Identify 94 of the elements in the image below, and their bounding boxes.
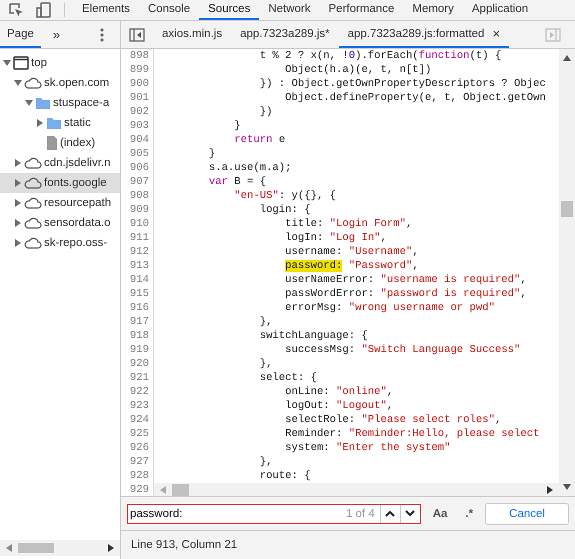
scroll-down-icon[interactable] bbox=[563, 484, 571, 490]
code-line: }) : Object.getOwnPropertyDescriptors ? Objec bbox=[258, 77, 546, 91]
match-case-button[interactable]: Aa bbox=[426, 508, 454, 520]
code-line: system: "Enter the system" bbox=[284, 441, 450, 455]
code-line: onLine: "online", bbox=[284, 385, 394, 399]
code-line: }, bbox=[258, 315, 272, 329]
expanded-arrow-icon[interactable] bbox=[3, 59, 11, 67]
tree-item[interactable]: resourcepath bbox=[0, 193, 120, 213]
up-chevron-icon bbox=[385, 510, 396, 517]
code-line: successMsg: "Switch Language Success" bbox=[284, 343, 520, 357]
expanded-arrow-icon[interactable] bbox=[25, 99, 33, 107]
collapsed-arrow-icon[interactable] bbox=[14, 159, 22, 167]
cursor-position: Line 913, Column 21 bbox=[131, 539, 238, 551]
code-line: errorMsg: "wrong username or pwd" bbox=[284, 301, 495, 315]
tree-item[interactable]: top bbox=[0, 53, 120, 73]
code-line: select: { bbox=[258, 371, 317, 385]
tree-item[interactable]: sk-repo.oss- bbox=[0, 233, 120, 253]
panel-tab[interactable]: Console bbox=[138, 0, 200, 20]
search-field[interactable]: password: bbox=[128, 508, 346, 520]
scrollbar-thumb[interactable] bbox=[18, 543, 54, 553]
device-icon[interactable] bbox=[36, 2, 52, 18]
scroll-right-icon[interactable] bbox=[547, 486, 553, 494]
folder-icon bbox=[35, 96, 51, 110]
panel-tab[interactable]: Performance bbox=[320, 0, 404, 20]
sidebar-toggle-icon[interactable] bbox=[129, 28, 145, 42]
panel-tab[interactable]: Network bbox=[259, 0, 320, 20]
inspect-icon[interactable] bbox=[8, 2, 24, 18]
down-chevron-icon bbox=[405, 510, 416, 517]
tree-item[interactable]: sk.open.com bbox=[0, 73, 120, 93]
code-line: switchLanguage: { bbox=[258, 329, 368, 343]
code-line: logOut: "Logout", bbox=[284, 399, 394, 413]
cloud-icon bbox=[24, 157, 42, 169]
cloud-icon bbox=[24, 217, 42, 229]
close-tab-button[interactable]: × bbox=[492, 26, 500, 41]
panel-tab[interactable]: Memory bbox=[403, 0, 463, 20]
sidebar-toggle-icon[interactable] bbox=[545, 28, 561, 42]
window-icon bbox=[13, 56, 29, 70]
cloud-icon bbox=[24, 77, 42, 89]
match-count: 1 of 4 bbox=[346, 508, 376, 520]
expanded-arrow-icon[interactable] bbox=[14, 79, 22, 87]
scroll-up-icon[interactable] bbox=[563, 55, 571, 61]
scrollbar-thumb[interactable] bbox=[172, 484, 189, 496]
code-line: } bbox=[233, 119, 241, 133]
code-line: password: "Password", bbox=[284, 259, 419, 273]
cloud-icon bbox=[24, 177, 42, 189]
tree-item[interactable]: cdn.jsdelivr.n bbox=[0, 153, 120, 173]
folder-icon bbox=[46, 116, 62, 130]
scrollbar-thumb[interactable] bbox=[561, 201, 573, 217]
collapsed-arrow-icon[interactable] bbox=[36, 119, 44, 127]
tree-item[interactable]: (index) bbox=[0, 133, 120, 153]
code-line: return e bbox=[233, 133, 286, 147]
collapsed-arrow-icon[interactable] bbox=[14, 179, 22, 187]
tree-item[interactable]: fonts.google bbox=[0, 173, 120, 193]
code-line: s.a.use(m.a); bbox=[208, 161, 292, 175]
code-line: username: "Username", bbox=[284, 245, 419, 259]
code-line: Object.defineProperty(e, t, Object.getOwn bbox=[284, 91, 546, 105]
file-tab[interactable]: app.7323a289.js:formatted × bbox=[338, 21, 510, 48]
navigator-tab[interactable]: Page bbox=[0, 21, 41, 48]
code-line: route: { bbox=[258, 469, 311, 483]
panel-tab[interactable]: Application bbox=[462, 0, 538, 20]
code-line: logIn: "Log In", bbox=[284, 231, 387, 245]
tree-item[interactable]: sensordata.o bbox=[0, 213, 120, 233]
code-line: Object(h.a)(e, t, n[t]) bbox=[284, 63, 432, 77]
cloud-icon bbox=[24, 237, 42, 249]
file-icon bbox=[46, 135, 58, 151]
cancel-button[interactable]: Cancel bbox=[485, 502, 570, 524]
code-line: "en-US": y({}, { bbox=[233, 189, 336, 203]
file-tab[interactable]: axios.min.js bbox=[153, 21, 232, 48]
more-tabs-button[interactable]: » bbox=[52, 27, 60, 42]
code-line: } bbox=[208, 147, 216, 161]
code-line: login: { bbox=[258, 203, 311, 217]
code-line: var B = { bbox=[208, 175, 266, 189]
scroll-right-icon[interactable] bbox=[108, 544, 114, 552]
search-box[interactable]: password: 1 of 4 bbox=[127, 504, 421, 524]
file-tab[interactable]: app.7323a289.js* bbox=[231, 21, 339, 48]
scroll-left-icon[interactable] bbox=[6, 544, 12, 552]
code-line: title: "Login Form", bbox=[284, 217, 412, 231]
panel-tab[interactable]: Elements bbox=[73, 0, 139, 20]
code-line: selectRole: "Please select roles", bbox=[284, 413, 502, 427]
tree-item[interactable]: stuspace-a bbox=[0, 93, 120, 113]
regex-button[interactable]: .* bbox=[459, 508, 480, 520]
code-line: }, bbox=[258, 357, 272, 371]
code-line: passWordError: "password is required", bbox=[284, 287, 527, 301]
collapsed-arrow-icon[interactable] bbox=[14, 239, 22, 247]
cloud-icon bbox=[24, 197, 42, 209]
code-line: Reminder: "Reminder:Hello, please select bbox=[284, 427, 540, 441]
code-line: }, bbox=[258, 455, 272, 469]
collapsed-arrow-icon[interactable] bbox=[14, 219, 22, 227]
tree-item[interactable]: static bbox=[0, 113, 120, 133]
code-line: }) bbox=[258, 105, 272, 119]
code-line: t % 2 ? x(n, !0).forEach(function(t) { bbox=[258, 49, 502, 63]
code-line: userNameError: "username is required", bbox=[284, 273, 527, 287]
collapsed-arrow-icon[interactable] bbox=[14, 199, 22, 207]
menu-icon[interactable] bbox=[100, 28, 104, 42]
